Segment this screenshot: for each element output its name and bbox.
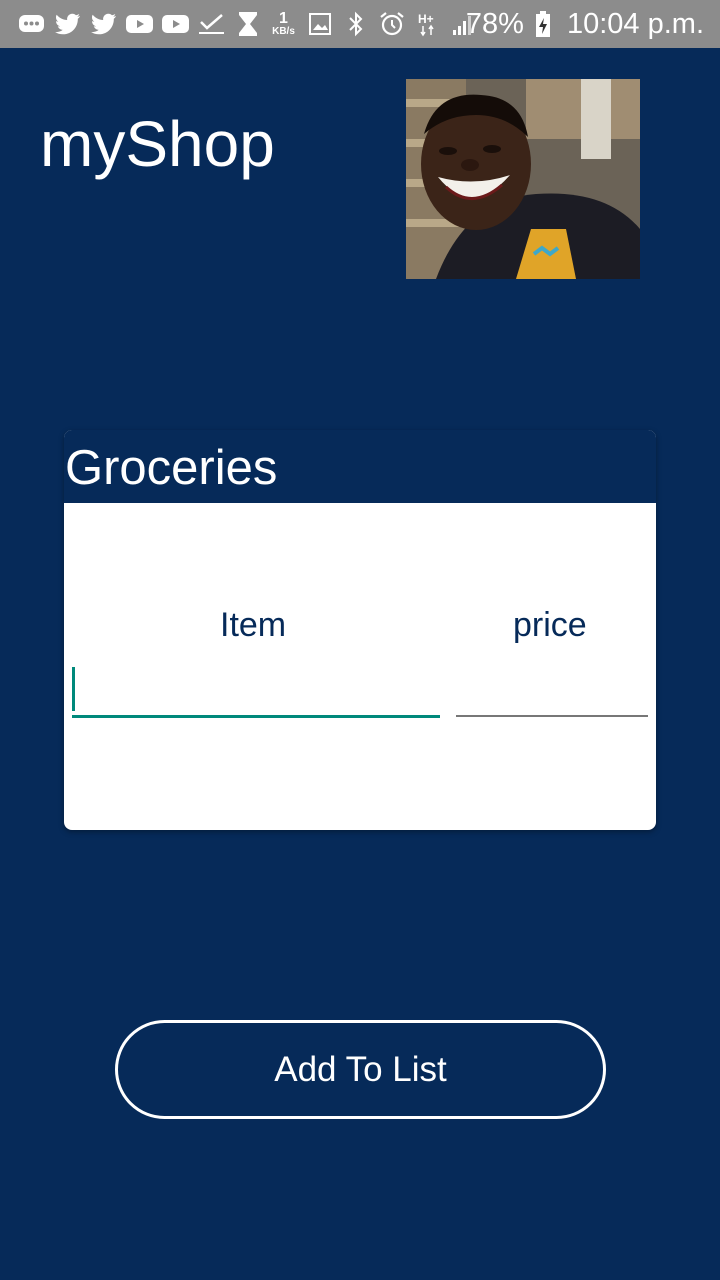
groceries-card: Groceries Item price	[64, 430, 656, 830]
item-label: Item	[220, 606, 287, 644]
image-icon	[306, 12, 333, 36]
svg-text:H+: H+	[418, 12, 434, 26]
network-hplus-icon: H+	[414, 12, 441, 37]
add-to-list-button[interactable]: Add To List	[115, 1020, 606, 1119]
hourglass-icon	[234, 12, 261, 36]
app-title: myShop	[40, 108, 275, 180]
card-header: Groceries	[64, 430, 656, 503]
bluetooth-icon	[342, 11, 369, 37]
data-speed-value: 1	[279, 10, 288, 27]
text-cursor	[72, 667, 75, 711]
twitter-icon	[90, 12, 117, 36]
messages-icon	[18, 12, 45, 36]
twitter-icon	[54, 12, 81, 36]
youtube-icon	[126, 12, 153, 36]
card-title: Groceries	[65, 441, 278, 495]
price-label: price	[513, 606, 587, 644]
youtube-icon	[162, 12, 189, 36]
item-input[interactable]	[72, 666, 440, 718]
battery-percent: 78%	[465, 7, 524, 40]
data-speed-unit: KB/s	[272, 26, 295, 37]
status-bar: 1 KB/s H+ 78% 10:04 p.m.	[0, 0, 720, 48]
alarm-icon	[378, 12, 405, 36]
data-speed-icon: 1 KB/s	[270, 10, 297, 37]
price-input[interactable]	[456, 666, 648, 717]
clock: 10:04 p.m.	[566, 7, 704, 40]
battery-charging-icon	[530, 11, 557, 37]
check-icon	[198, 12, 225, 36]
profile-photo[interactable]	[406, 79, 640, 279]
